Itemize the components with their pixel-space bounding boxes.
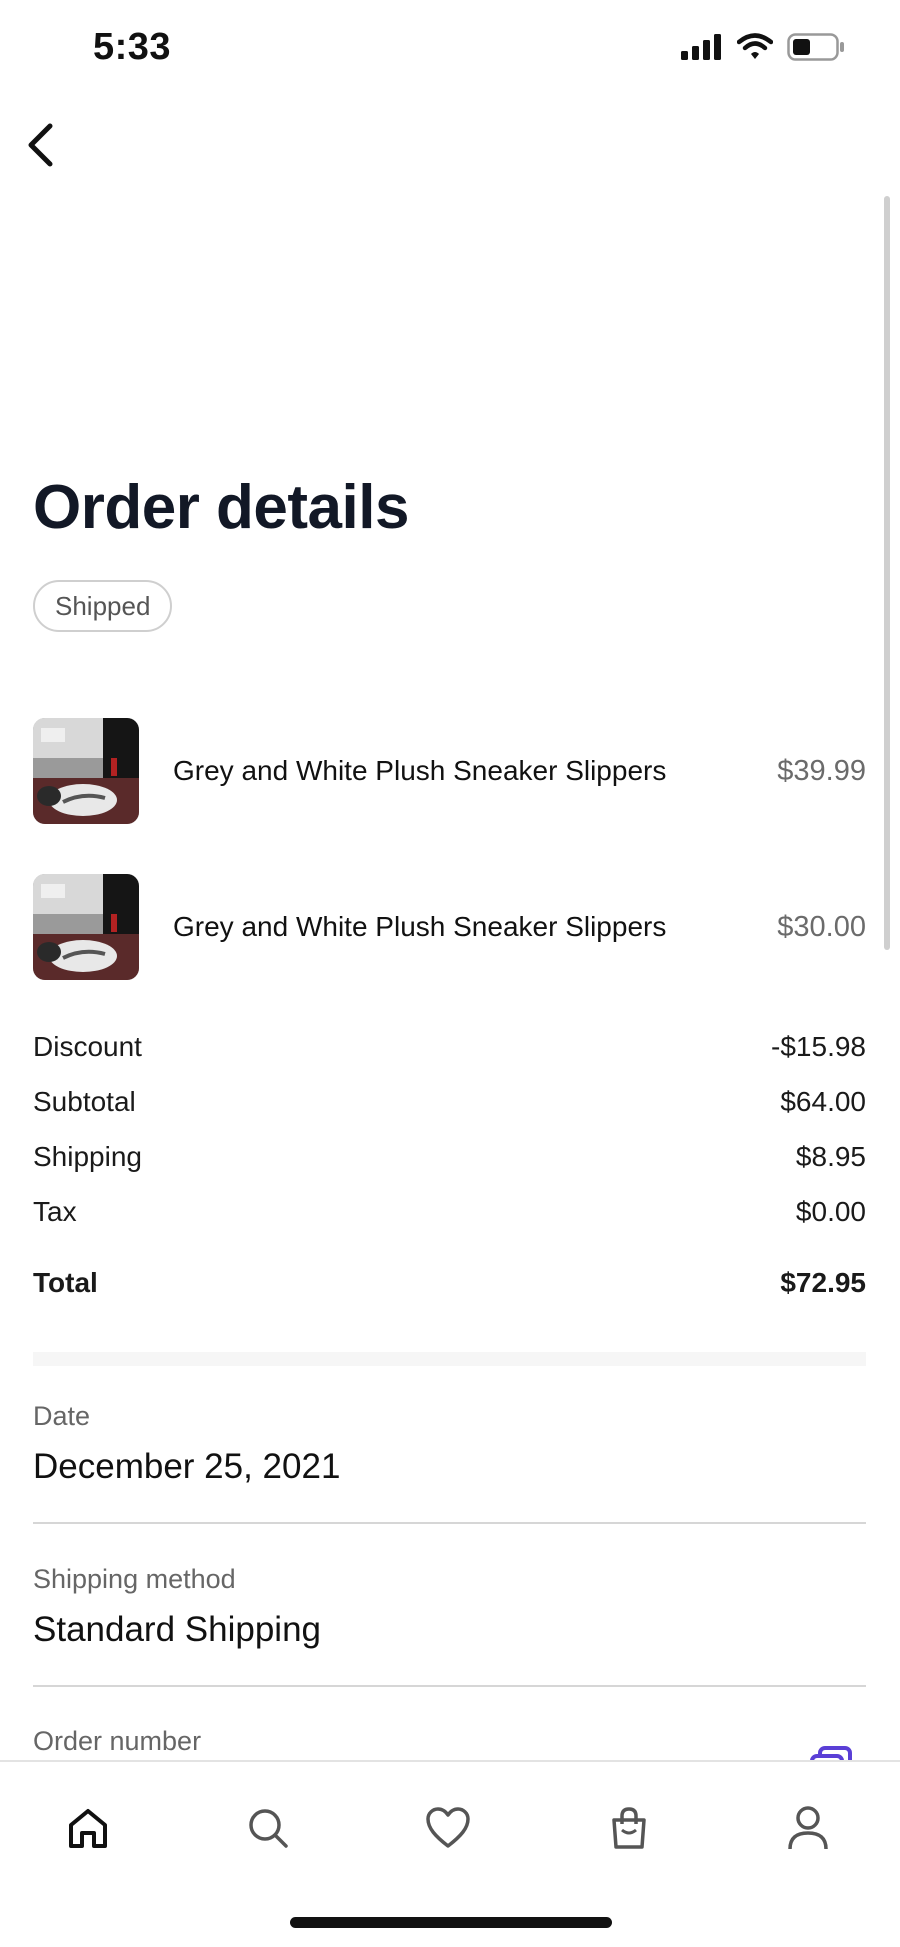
divider [33, 1685, 866, 1687]
product-thumbnail [33, 718, 139, 824]
home-icon [69, 1809, 107, 1848]
summary-row-subtotal: Subtotal $64.00 [33, 1086, 866, 1118]
tab-home[interactable] [58, 1798, 118, 1858]
summary-value: $64.00 [780, 1086, 866, 1117]
home-indicator [290, 1917, 612, 1928]
summary-value: $0.00 [795, 1196, 866, 1227]
status-time: 5:33 [93, 26, 172, 68]
item-price: $39.99 [777, 754, 866, 787]
summary-value: -$15.98 [771, 1031, 866, 1062]
tab-favorites[interactable] [418, 1798, 478, 1858]
total-value: $72.95 [780, 1267, 866, 1298]
total-label: Total [33, 1267, 98, 1298]
heart-icon [426, 1807, 470, 1848]
section-divider [33, 1352, 866, 1366]
item-price: $30.00 [777, 910, 866, 943]
order-number-label: Order number [33, 1726, 202, 1756]
back-button[interactable] [20, 118, 60, 172]
product-thumbnail [33, 874, 139, 980]
divider [33, 1522, 866, 1524]
battery-icon [787, 33, 844, 61]
item-name: Grey and White Plush Sneaker Slippers [173, 755, 667, 786]
order-item[interactable]: Grey and White Plush Sneaker Slippers $3… [33, 874, 866, 980]
summary-row-discount: Discount -$15.98 [33, 1031, 866, 1063]
shipping-method-label: Shipping method [33, 1564, 236, 1594]
signal-icon [681, 34, 721, 60]
summary-label: Discount [33, 1031, 142, 1062]
tab-bag[interactable] [599, 1798, 659, 1858]
date-value: December 25, 2021 [33, 1447, 341, 1486]
shipping-method-value: Standard Shipping [33, 1610, 321, 1649]
summary-label: Shipping [33, 1141, 142, 1172]
chevron-left-icon [28, 123, 53, 167]
tab-search[interactable] [238, 1798, 298, 1858]
date-label: Date [33, 1401, 91, 1431]
profile-icon [788, 1806, 828, 1850]
summary-value: $8.95 [795, 1141, 866, 1172]
wifi-icon [737, 33, 773, 59]
summary-row-total: Total $72.95 [33, 1267, 866, 1299]
summary-row-shipping: Shipping $8.95 [33, 1141, 866, 1173]
status-icons [681, 33, 845, 61]
shopping-bag-icon [612, 1807, 646, 1849]
order-item[interactable]: Grey and White Plush Sneaker Slippers $3… [33, 718, 866, 824]
summary-label: Subtotal [33, 1086, 136, 1117]
item-name: Grey and White Plush Sneaker Slippers [173, 911, 667, 942]
summary-row-tax: Tax $0.00 [33, 1196, 866, 1228]
status-badge: Shipped [33, 580, 173, 632]
tab-account[interactable] [778, 1798, 838, 1858]
scrollbar[interactable] [884, 196, 890, 950]
page-title: Order details [33, 473, 409, 542]
search-icon [249, 1809, 288, 1848]
summary-label: Tax [33, 1196, 77, 1227]
